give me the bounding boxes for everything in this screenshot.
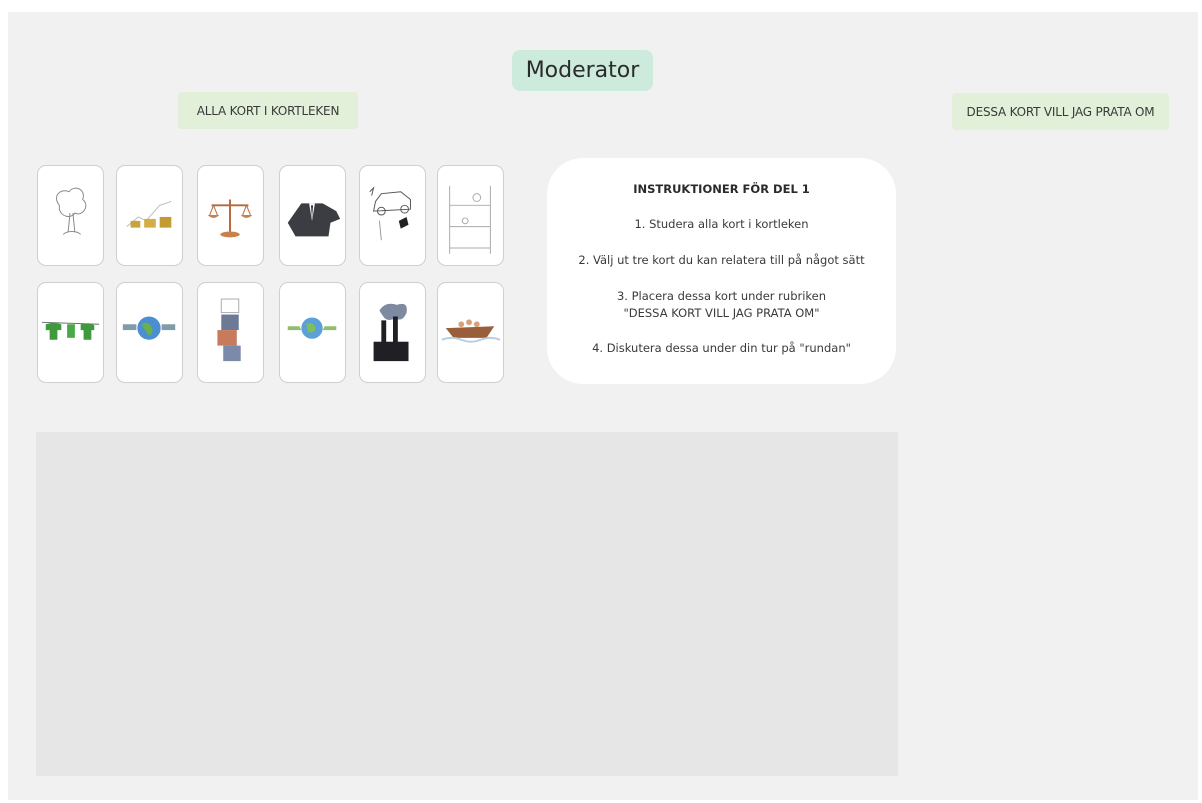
ladder-shelf-sketch-icon <box>449 185 491 254</box>
card-businessman[interactable] <box>279 165 346 266</box>
instructions-title: INSTRUKTIONER FÖR DEL 1 <box>633 182 810 196</box>
card-boat[interactable] <box>437 282 504 383</box>
card-factory[interactable] <box>359 282 426 383</box>
scales-icon <box>207 199 253 238</box>
instructions-panel: INSTRUKTIONER FÖR DEL 1 1. Studera alla … <box>547 158 896 384</box>
tree-sketch-icon <box>56 187 87 235</box>
globe-money-icon <box>122 316 176 340</box>
puzzle-pieces-icon <box>217 298 241 362</box>
instruction-step-1: 1. Studera alla kort i kortleken <box>634 217 809 231</box>
all-cards-heading: ALLA KORT I KORTLEKEN <box>178 92 358 129</box>
instruction-step-2: 2. Välj ut tre kort du kan relatera till… <box>578 253 865 267</box>
boat-people-icon <box>441 319 501 343</box>
card-globe-hands[interactable] <box>279 282 346 383</box>
card-scales[interactable] <box>197 165 264 266</box>
clothesline-shirts-icon <box>41 321 100 340</box>
card-drop-area[interactable] <box>36 432 898 776</box>
factory-smoke-icon <box>373 303 409 362</box>
card-ladder[interactable] <box>437 165 504 266</box>
businessman-suit-icon <box>287 203 341 237</box>
car-sketch-icon <box>369 186 411 241</box>
instruction-step-3: 3. Placera dessa kort under rubriken "DE… <box>557 288 886 322</box>
moderator-label: Moderator <box>512 50 653 91</box>
card-globe-money[interactable] <box>116 282 183 383</box>
globe-hands-icon <box>287 317 337 339</box>
card-gold[interactable] <box>116 165 183 266</box>
instruction-step-3-line-1: 3. Placera dessa kort under rubriken <box>616 289 827 303</box>
card-tree[interactable] <box>37 165 104 266</box>
instruction-step-3-line-2: "DESSA KORT VILL JAG PRATA OM" <box>623 306 820 320</box>
card-puzzle[interactable] <box>197 282 264 383</box>
instruction-step-4: 4. Diskutera dessa under din tur på "run… <box>592 341 851 355</box>
gold-bars-growth-icon <box>126 200 172 228</box>
talk-cards-heading: DESSA KORT VILL JAG PRATA OM <box>952 93 1169 130</box>
card-car[interactable] <box>359 165 426 266</box>
card-clothesline[interactable] <box>37 282 104 383</box>
